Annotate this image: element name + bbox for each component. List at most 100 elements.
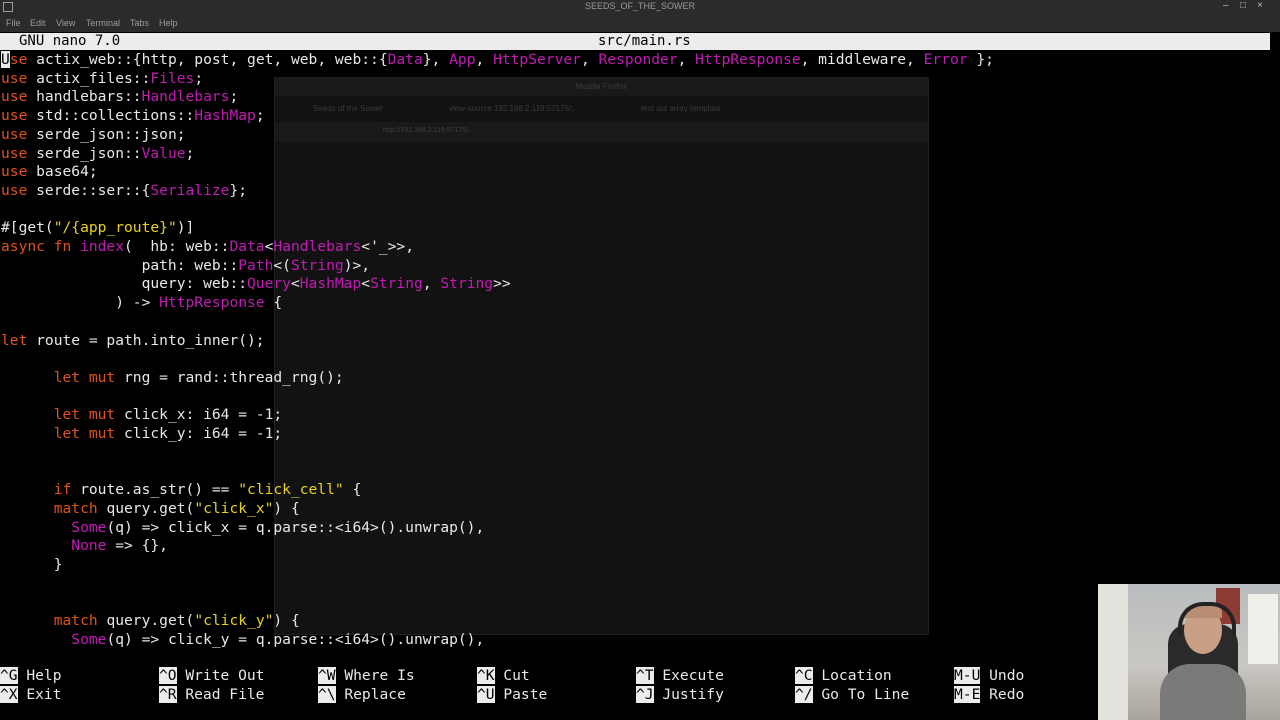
- code-token: )>,: [343, 256, 371, 274]
- code-token: HttpServer: [493, 51, 581, 68]
- menu-edit[interactable]: Edit: [30, 18, 46, 28]
- menu-terminal[interactable]: Terminal: [86, 18, 120, 28]
- code-token: "click_x": [194, 499, 274, 517]
- code-line[interactable]: use handlebars::Handlebars;: [1, 87, 238, 106]
- code-token: ) ->: [1, 294, 160, 312]
- shortcut-justify[interactable]: ^J Justify: [636, 685, 724, 704]
- code-token: ;: [229, 88, 239, 106]
- shortcut-paste[interactable]: ^U Paste: [477, 685, 547, 704]
- menu-file[interactable]: File: [6, 18, 21, 28]
- code-token: ,: [422, 275, 441, 293]
- code-line[interactable]: match query.get("click_x") {: [1, 499, 300, 518]
- code-line[interactable]: match query.get("click_y") {: [1, 611, 300, 630]
- code-token: <(: [273, 256, 291, 274]
- webcam-shelf: [1098, 584, 1128, 720]
- shortcut-key: ^K: [477, 667, 495, 684]
- shortcut-label: Exit: [17, 685, 62, 703]
- shortcut-redo[interactable]: M-E Redo: [954, 685, 1024, 704]
- code-token: {: [343, 481, 362, 499]
- code-line[interactable]: path: web::Path<(String)>,: [1, 256, 370, 275]
- maximize-icon[interactable]: □: [1240, 0, 1246, 11]
- code-line[interactable]: let mut click_y: i64 = -1;: [1, 424, 282, 443]
- code-token: use: [1, 181, 28, 199]
- code-token: use: [1, 144, 28, 162]
- code-line[interactable]: use std::collections::HashMap;: [1, 106, 265, 125]
- shortcut-go-to-line[interactable]: ^/ Go To Line: [795, 685, 909, 704]
- code-token: use: [1, 125, 28, 143]
- code-token: #[get(: [1, 219, 54, 237]
- code-line[interactable]: if route.as_str() == "click_cell" {: [1, 480, 362, 499]
- shortcut-label: Help: [17, 667, 62, 684]
- shortcut-label: Read File: [176, 685, 265, 703]
- code-token: ;: [185, 144, 195, 162]
- code-line[interactable]: async fn index( hb: web::Data<Handlebars…: [1, 237, 414, 256]
- code-token: use: [1, 88, 28, 106]
- code-token: ( hb: web::: [124, 238, 230, 255]
- menu-help[interactable]: Help: [159, 18, 178, 28]
- code-line[interactable]: use serde_json::Value;: [1, 144, 194, 163]
- close-icon[interactable]: ×: [1257, 0, 1263, 11]
- shortcut-key: ^\: [318, 685, 336, 703]
- code-line[interactable]: let route = path.into_inner();: [1, 331, 265, 350]
- code-token: Query: [247, 275, 291, 293]
- code-token: actix_web::{http, post, get, web, web::{: [27, 51, 388, 68]
- code-line[interactable]: }: [1, 555, 63, 574]
- code-line[interactable]: query: web::Query<HashMap<String, String…: [1, 274, 511, 293]
- code-line[interactable]: Use actix_web::{http, post, get, web, we…: [1, 50, 994, 69]
- shortcut-read-file[interactable]: ^R Read File: [159, 685, 264, 704]
- code-token: let mut: [53, 368, 116, 386]
- code-line[interactable]: Some(q) => click_y = q.parse::<i64>().un…: [1, 630, 484, 649]
- shortcut-key: ^G: [0, 667, 18, 684]
- menu-bar: File Edit View Terminal Tabs Help: [0, 14, 1280, 32]
- code-token: ,: [580, 51, 599, 68]
- code-line[interactable]: use serde::ser::{Serialize};: [1, 181, 247, 200]
- shortcut-help[interactable]: ^G Help: [0, 666, 62, 685]
- shortcut-exit[interactable]: ^X Exit: [0, 685, 62, 704]
- shortcut-location[interactable]: ^C Location: [795, 666, 892, 685]
- code-line[interactable]: let mut rng = rand::thread_rng();: [1, 368, 344, 387]
- code-token: <'_>>,: [361, 238, 414, 255]
- shortcut-write-out[interactable]: ^O Write Out: [159, 666, 264, 685]
- code-token: base64;: [27, 163, 98, 181]
- code-token: ) {: [273, 612, 300, 629]
- shortcut-label: Write Out: [176, 667, 265, 684]
- code-token: Serialize: [150, 181, 230, 199]
- code-token: rng = rand::thread_rng();: [115, 368, 344, 386]
- code-token: path: web::: [1, 256, 239, 274]
- code-line[interactable]: use actix_files::Files;: [1, 69, 203, 88]
- shortcut-label: Redo: [980, 685, 1025, 703]
- shortcut-where-is[interactable]: ^W Where Is: [318, 666, 415, 685]
- shortcut-key: M-U: [954, 667, 981, 684]
- minimize-icon[interactable]: –: [1223, 0, 1229, 11]
- code-token: query: web::: [1, 275, 248, 293]
- shortcut-undo[interactable]: M-U Undo: [954, 666, 1024, 685]
- shortcut-replace[interactable]: ^\ Replace: [318, 685, 406, 704]
- code-line[interactable]: let mut click_x: i64 = -1;: [1, 405, 282, 424]
- code-token: Handlebars: [273, 238, 362, 255]
- code-token: serde_json::json;: [27, 125, 186, 143]
- code-token: Error: [923, 51, 968, 68]
- code-line[interactable]: Some(q) => click_x = q.parse::<i64>().un…: [1, 518, 484, 537]
- code-line[interactable]: use serde_json::json;: [1, 125, 186, 144]
- code-line[interactable]: #[get("/{app_route}")]: [1, 218, 194, 237]
- code-line[interactable]: None => {},: [1, 536, 168, 555]
- webcam-lamp: [1248, 594, 1278, 664]
- code-token: use: [1, 69, 28, 87]
- code-token: use: [1, 163, 28, 181]
- code-token: Some: [71, 630, 107, 648]
- shortcut-label: Justify: [653, 685, 724, 703]
- code-token: serde::ser::{: [27, 181, 151, 199]
- nano-header: GNU nano 7.0 src/main.rs: [0, 33, 1270, 50]
- menu-tabs[interactable]: Tabs: [130, 18, 149, 28]
- shortcut-execute[interactable]: ^T Execute: [636, 666, 724, 685]
- code-line[interactable]: ) -> HttpResponse {: [1, 293, 282, 312]
- menu-view[interactable]: View: [56, 18, 75, 28]
- shortcut-cut[interactable]: ^K Cut: [477, 666, 530, 685]
- code-editor[interactable]: Use actix_web::{http, post, get, web, we…: [0, 50, 1280, 660]
- shortcut-key: ^C: [795, 667, 813, 684]
- code-line[interactable]: use base64;: [1, 162, 98, 181]
